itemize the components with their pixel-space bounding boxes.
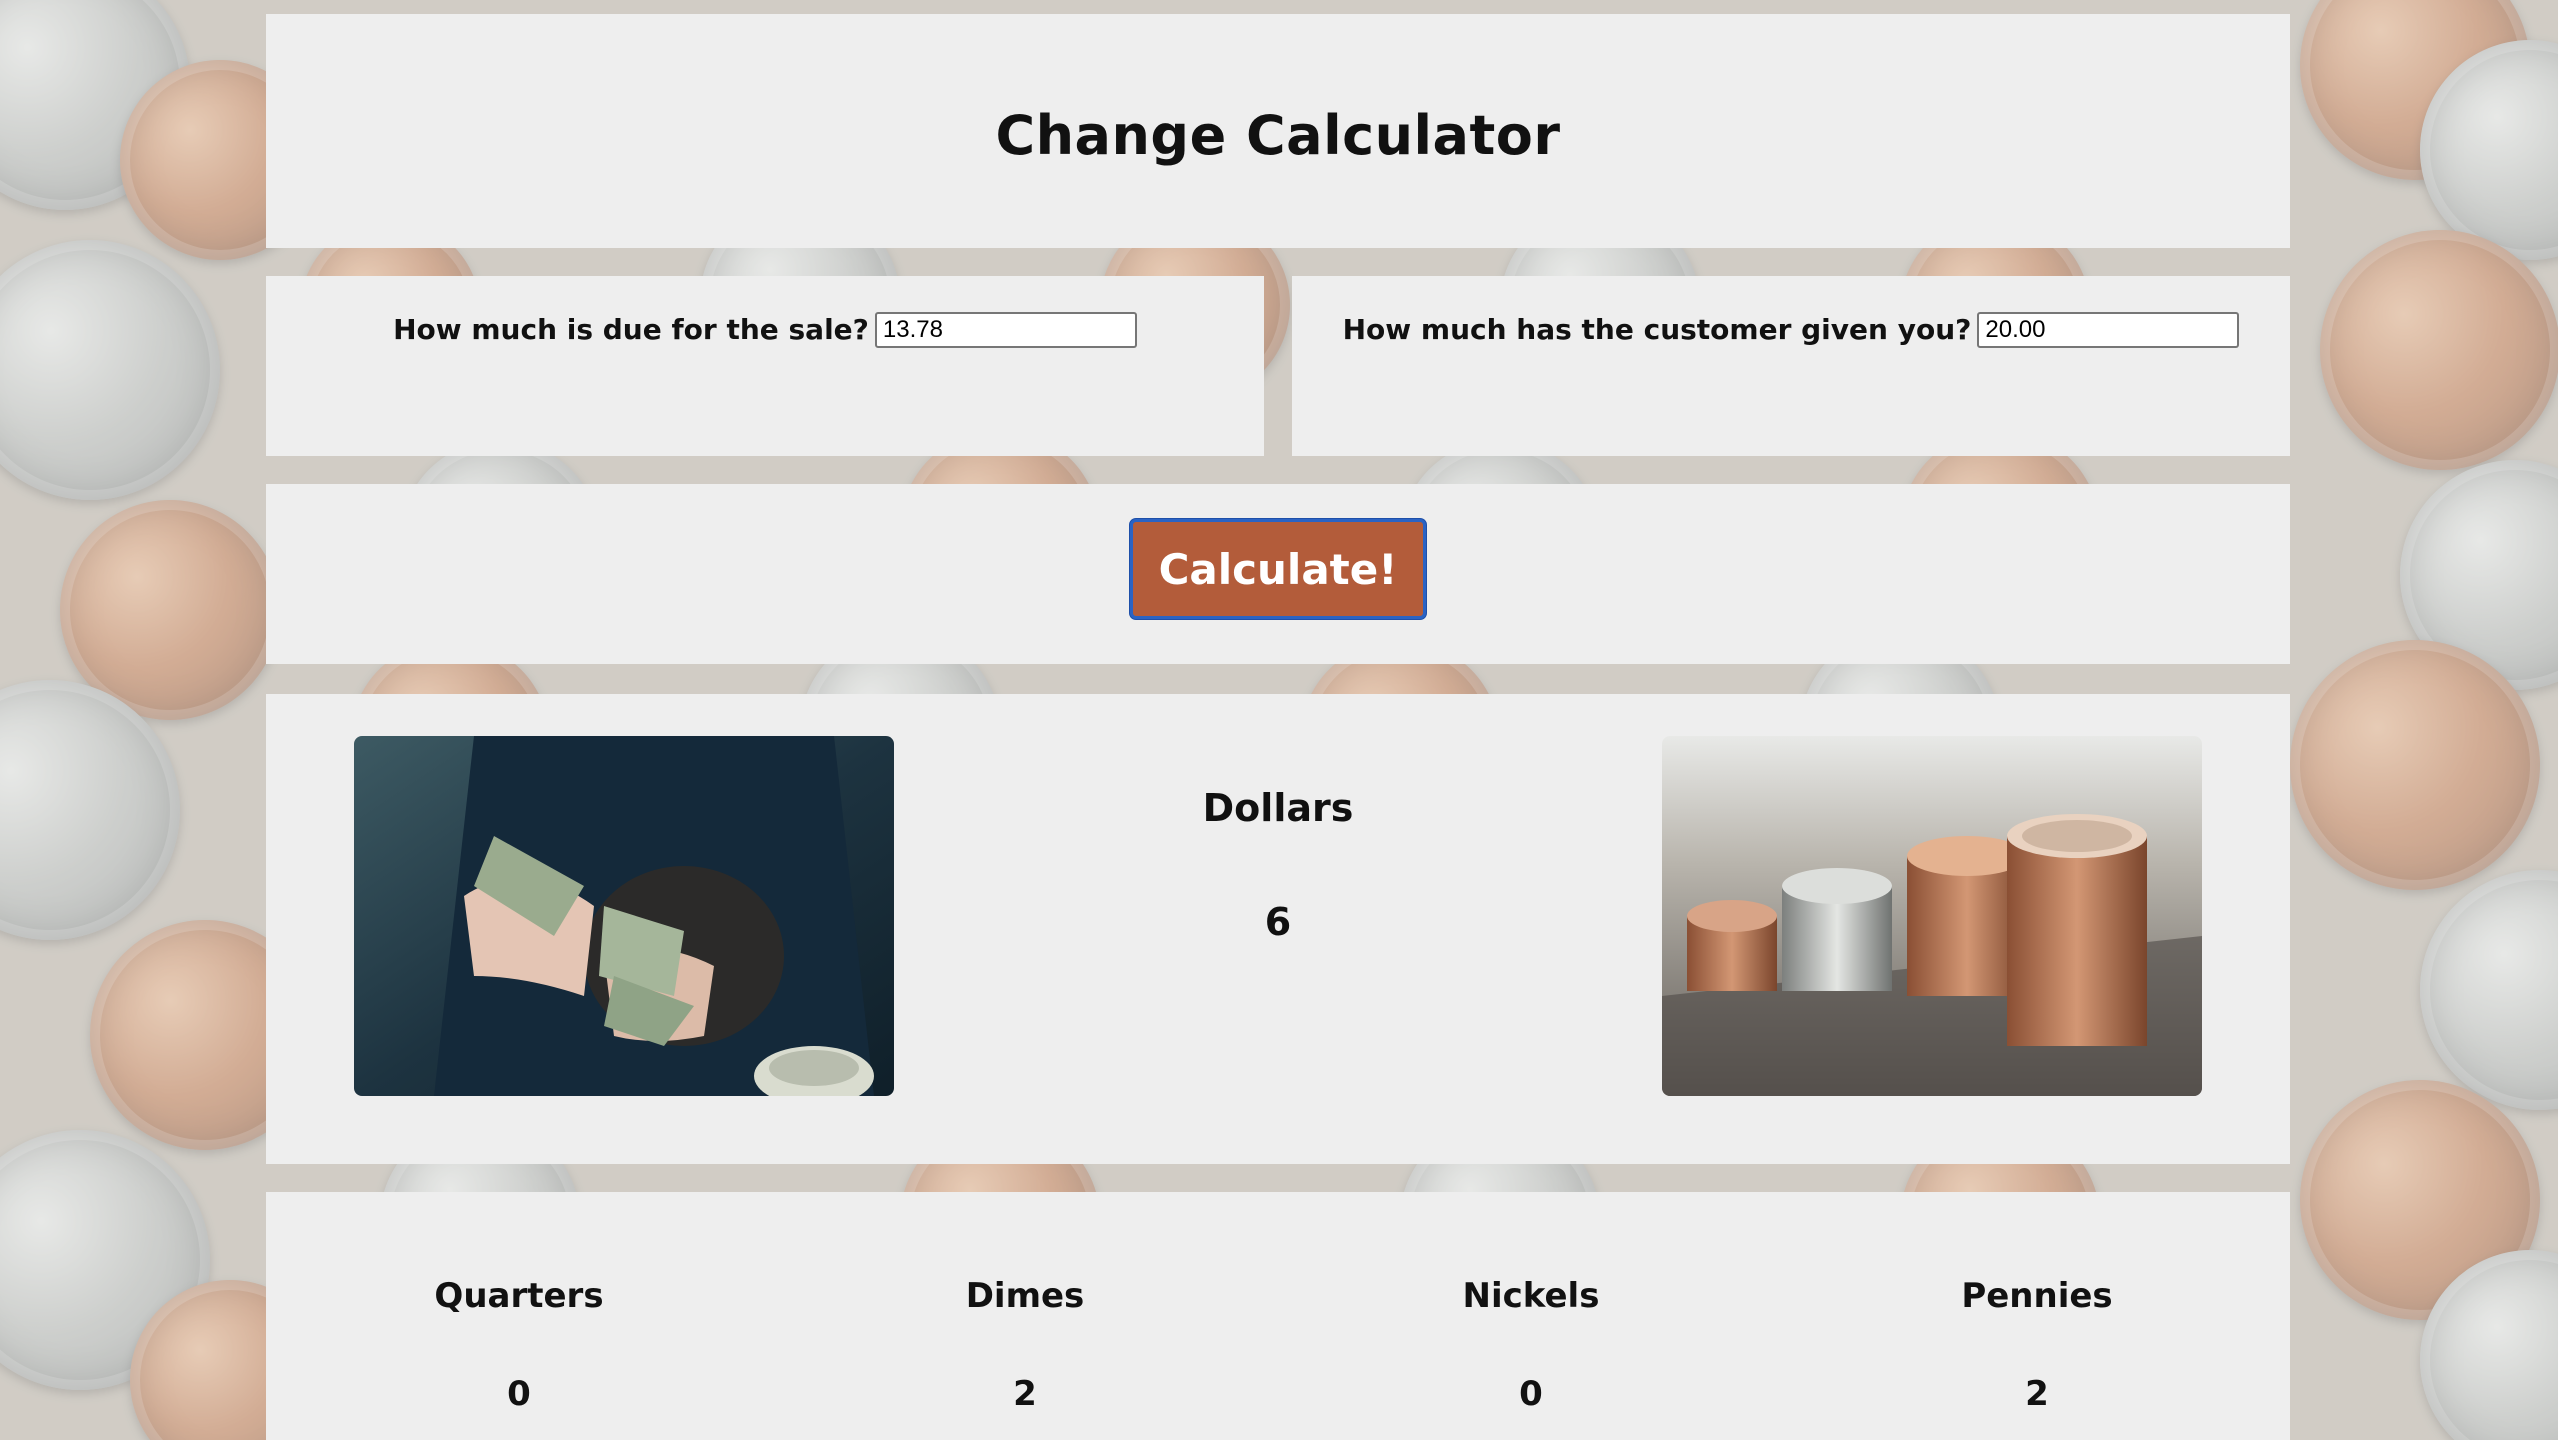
amount-due-input[interactable] — [874, 312, 1137, 348]
calculate-button[interactable]: Calculate! — [1130, 519, 1426, 619]
pennies-count: 2 — [2025, 1374, 2049, 1414]
nickels-label: Nickels — [1462, 1276, 1600, 1316]
amount-due-panel: How much is due for the sale? — [266, 276, 1264, 456]
nickels-result: Nickels 0 — [1278, 1192, 1784, 1440]
quarters-label: Quarters — [434, 1276, 604, 1316]
amount-received-label: How much has the customer given you? — [1342, 313, 1972, 346]
amount-received-input[interactable] — [1977, 312, 2240, 348]
dollars-panel: Dollars 6 — [266, 694, 2290, 1164]
quarters-count: 0 — [507, 1374, 531, 1414]
page-title: Change Calculator — [995, 103, 1561, 167]
pennies-label: Pennies — [1961, 1276, 2113, 1316]
amount-received-panel: How much has the customer given you? — [1292, 276, 2290, 456]
coins-panel: Quarters 0 Dimes 2 Nickels 0 Pennies 2 — [266, 1192, 2290, 1440]
header-panel: Change Calculator — [266, 14, 2290, 248]
input-row: How much is due for the sale? How much h… — [266, 276, 2290, 456]
pennies-result: Pennies 2 — [1784, 1192, 2290, 1440]
dimes-label: Dimes — [965, 1276, 1085, 1316]
amount-due-label: How much is due for the sale? — [393, 313, 869, 346]
stacked-coins-photo — [1662, 736, 2202, 1096]
calculate-panel: Calculate! — [266, 484, 2290, 664]
calculator-container: Change Calculator How much is due for th… — [266, 14, 2290, 1440]
dimes-result: Dimes 2 — [772, 1192, 1278, 1440]
nickels-count: 0 — [1519, 1374, 1543, 1414]
dimes-count: 2 — [1013, 1374, 1037, 1414]
quarters-result: Quarters 0 — [266, 1192, 772, 1440]
